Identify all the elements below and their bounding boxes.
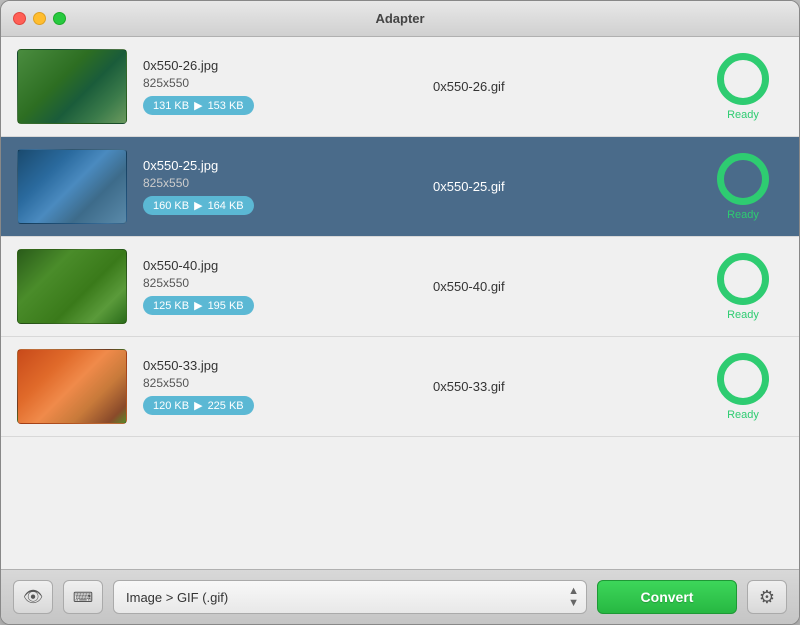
file-input-name: 0x550-33.jpg (143, 358, 413, 373)
file-output-name: 0x550-25.gif (433, 179, 703, 194)
window-title: Adapter (375, 11, 424, 26)
thumbnail (17, 49, 127, 124)
file-dimensions: 825x550 (143, 176, 413, 190)
file-info: 0x550-33.jpg 825x550 120 KB ▶ 225 KB (143, 358, 413, 416)
toolbar: 👁 ⌨ Image > GIF (.gif)Image > PNG (.png)… (1, 569, 799, 624)
file-row[interactable]: 0x550-33.jpg 825x550 120 KB ▶ 225 KB 0x5… (1, 337, 799, 437)
settings-button[interactable]: ⚙ (747, 580, 787, 614)
size-arrow-icon: ▶ (194, 199, 202, 212)
status-label: Ready (727, 409, 759, 421)
status-label: Ready (727, 209, 759, 221)
file-dimensions: 825x550 (143, 76, 413, 90)
preview-button[interactable]: 👁 (13, 580, 53, 614)
eye-icon: 👁 (23, 587, 43, 607)
thumbnail (17, 349, 127, 424)
file-row[interactable]: 0x550-25.jpg 825x550 160 KB ▶ 164 KB 0x5… (1, 137, 799, 237)
close-button[interactable] (13, 12, 26, 25)
size-from: 125 KB (153, 300, 189, 312)
size-from: 160 KB (153, 200, 189, 212)
status-indicator: Ready (703, 53, 783, 121)
status-label: Ready (727, 309, 759, 321)
file-output: 0x550-25.gif (413, 179, 703, 194)
format-select[interactable]: Image > GIF (.gif)Image > PNG (.png)Imag… (113, 580, 587, 614)
thumbnail (17, 249, 127, 324)
file-row[interactable]: 0x550-40.jpg 825x550 125 KB ▶ 195 KB 0x5… (1, 237, 799, 337)
status-indicator: Ready (703, 353, 783, 421)
status-indicator: Ready (703, 153, 783, 221)
file-input-name: 0x550-40.jpg (143, 258, 413, 273)
ready-ring (717, 353, 769, 405)
ready-ring (717, 53, 769, 105)
size-badge: 125 KB ▶ 195 KB (143, 296, 254, 315)
file-row[interactable]: 0x550-26.jpg 825x550 131 KB ▶ 153 KB 0x5… (1, 37, 799, 137)
main-window: Adapter 0x550-26.jpg 825x550 131 KB ▶ 15… (0, 0, 800, 625)
convert-button[interactable]: Convert (597, 580, 737, 614)
file-input-name: 0x550-25.jpg (143, 158, 413, 173)
size-badge: 120 KB ▶ 225 KB (143, 396, 254, 415)
size-to: 195 KB (208, 300, 244, 312)
size-from: 120 KB (153, 400, 189, 412)
file-output-name: 0x550-40.gif (433, 279, 703, 294)
size-arrow-icon: ▶ (194, 299, 202, 312)
file-output: 0x550-33.gif (413, 379, 703, 394)
size-to: 153 KB (208, 100, 244, 112)
file-output: 0x550-26.gif (413, 79, 703, 94)
gear-icon: ⚙ (759, 587, 775, 608)
status-label: Ready (727, 109, 759, 121)
titlebar: Adapter (1, 1, 799, 37)
file-output: 0x550-40.gif (413, 279, 703, 294)
terminal-button[interactable]: ⌨ (63, 580, 103, 614)
thumbnail (17, 149, 127, 224)
file-dimensions: 825x550 (143, 276, 413, 290)
terminal-icon: ⌨ (73, 589, 93, 606)
file-info: 0x550-40.jpg 825x550 125 KB ▶ 195 KB (143, 258, 413, 316)
size-to: 225 KB (208, 400, 244, 412)
minimize-button[interactable] (33, 12, 46, 25)
file-input-name: 0x550-26.jpg (143, 58, 413, 73)
status-indicator: Ready (703, 253, 783, 321)
file-output-name: 0x550-33.gif (433, 379, 703, 394)
size-arrow-icon: ▶ (194, 99, 202, 112)
size-badge: 131 KB ▶ 153 KB (143, 96, 254, 115)
file-dimensions: 825x550 (143, 376, 413, 390)
ready-ring (717, 153, 769, 205)
ready-ring (717, 253, 769, 305)
file-list: 0x550-26.jpg 825x550 131 KB ▶ 153 KB 0x5… (1, 37, 799, 569)
file-info: 0x550-26.jpg 825x550 131 KB ▶ 153 KB (143, 58, 413, 116)
size-badge: 160 KB ▶ 164 KB (143, 196, 254, 215)
format-selector-wrapper: Image > GIF (.gif)Image > PNG (.png)Imag… (113, 580, 587, 614)
size-arrow-icon: ▶ (194, 399, 202, 412)
traffic-lights (13, 12, 66, 25)
maximize-button[interactable] (53, 12, 66, 25)
file-output-name: 0x550-26.gif (433, 79, 703, 94)
size-to: 164 KB (208, 200, 244, 212)
size-from: 131 KB (153, 100, 189, 112)
file-info: 0x550-25.jpg 825x550 160 KB ▶ 164 KB (143, 158, 413, 216)
